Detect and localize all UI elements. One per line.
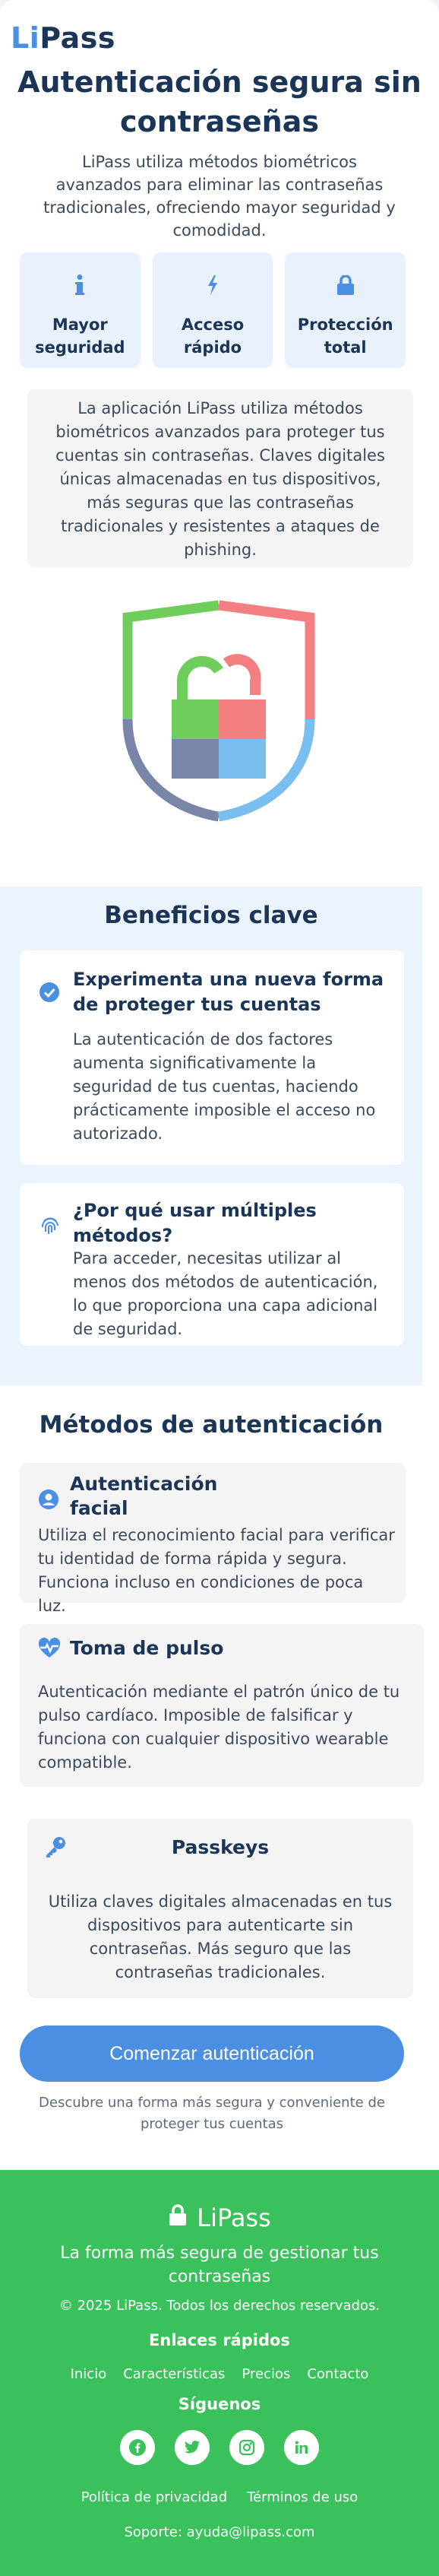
check-circle-icon — [39, 982, 59, 1005]
benefit-title: ¿Por qué usar múltiples métodos? — [73, 1200, 317, 1246]
cta-subtitle: Descubre una forma más segura y convenie… — [39, 2095, 385, 2132]
method-text: Utiliza el reconocimiento facial para ve… — [38, 1526, 395, 1615]
feature-label: Mayor seguridad — [35, 316, 125, 357]
benefits-section: Beneficios clave Experimenta una nueva f… — [0, 887, 422, 1385]
footer-link-contacto[interactable]: Contacto — [307, 2366, 368, 2382]
facebook-icon[interactable] — [120, 2430, 155, 2465]
quick-links: Inicio Características Precios Contacto — [0, 2366, 439, 2382]
method-title: Passkeys — [171, 1836, 270, 1858]
hero-title: Autenticación segura sin contraseñas — [17, 65, 422, 138]
method-card-passkeys: Passkeys Utiliza claves digitales almace… — [27, 1819, 413, 1998]
terms-of-use-link[interactable]: Términos de uso — [247, 2489, 358, 2505]
intro-text: La aplicación LiPass utiliza métodos bio… — [27, 389, 413, 567]
quick-links-title: Enlaces rápidos — [149, 2331, 290, 2349]
legal-links: Política de privacidad Términos de uso — [0, 2489, 439, 2505]
info-icon — [20, 272, 141, 298]
method-card-pulse: Toma de pulso Autenticación mediante el … — [20, 1624, 424, 1787]
footer-link-caracteristicas[interactable]: Características — [123, 2366, 225, 2382]
lock-icon — [285, 272, 406, 298]
linkedin-icon[interactable] — [284, 2430, 319, 2465]
feature-card-security: Mayor seguridad — [20, 252, 141, 368]
hero-subtitle: LiPass utiliza métodos biométricos avanz… — [43, 153, 396, 240]
lock-icon — [168, 2203, 188, 2232]
privacy-policy-link[interactable]: Política de privacidad — [81, 2489, 227, 2505]
social-links — [0, 2430, 439, 2465]
footer-brand[interactable]: LiPass — [0, 2203, 439, 2232]
benefit-text: La autenticación de dos factores aumenta… — [73, 1030, 376, 1143]
footer: LiPass La forma más segura de gestionar … — [0, 2170, 439, 2576]
heart-pulse-icon — [38, 1637, 61, 1662]
benefit-card: Experimenta una nueva forma de proteger … — [20, 950, 404, 1165]
page: LiPass Autenticación segura sin contrase… — [0, 0, 439, 2576]
benefit-card: ¿Por qué usar múltiples métodos? Para ac… — [20, 1183, 404, 1346]
user-circle-icon — [38, 1489, 59, 1513]
support-email[interactable]: Soporte: ayuda@lipass.com — [0, 2524, 439, 2540]
fingerprint-icon — [39, 1215, 61, 1239]
feature-label: Protección total — [297, 316, 393, 357]
lightning-icon — [153, 272, 273, 298]
brand-suffix: Pass — [39, 21, 115, 55]
feature-row: Mayor seguridad Acceso rápido Protección… — [20, 252, 406, 368]
twitter-icon[interactable] — [175, 2430, 210, 2465]
footer-copyright: © 2025 LiPass. Todos los derechos reserv… — [58, 2298, 381, 2314]
brand-logo[interactable]: LiPass — [11, 21, 115, 55]
method-title: Toma de pulso — [70, 1637, 224, 1659]
instagram-icon[interactable] — [229, 2430, 264, 2465]
social-title: Síguenos — [178, 2395, 261, 2413]
feature-label: Acceso rápido — [181, 316, 245, 357]
footer-brand-name: LiPass — [197, 2203, 271, 2232]
benefit-title: Experimenta una nueva forma de proteger … — [73, 969, 384, 1015]
feature-card-speed: Acceso rápido — [152, 252, 273, 368]
benefit-text: Para acceder, necesitas utilizar al meno… — [73, 1249, 378, 1338]
methods-title: Métodos de autenticación — [39, 1411, 384, 1439]
benefits-title: Beneficios clave — [104, 902, 318, 929]
feature-card-protection: Protección total — [285, 252, 406, 368]
footer-tagline: La forma más segura de gestionar tus con… — [60, 2244, 379, 2286]
footer-link-inicio[interactable]: Inicio — [71, 2366, 107, 2382]
footer-link-precios[interactable]: Precios — [242, 2366, 290, 2382]
method-title: Autenticación facial — [70, 1473, 218, 1519]
shield-lock-illustration — [122, 600, 315, 822]
method-text: Autenticación mediante el patrón único d… — [38, 1683, 400, 1772]
brand-prefix: Li — [11, 21, 40, 55]
method-card-facial: Autenticación facial Utiliza el reconoci… — [20, 1463, 406, 1615]
method-text: Utiliza claves digitales almacenadas en … — [48, 1892, 393, 1981]
start-authentication-button[interactable]: Comenzar autenticación — [20, 2026, 404, 2082]
